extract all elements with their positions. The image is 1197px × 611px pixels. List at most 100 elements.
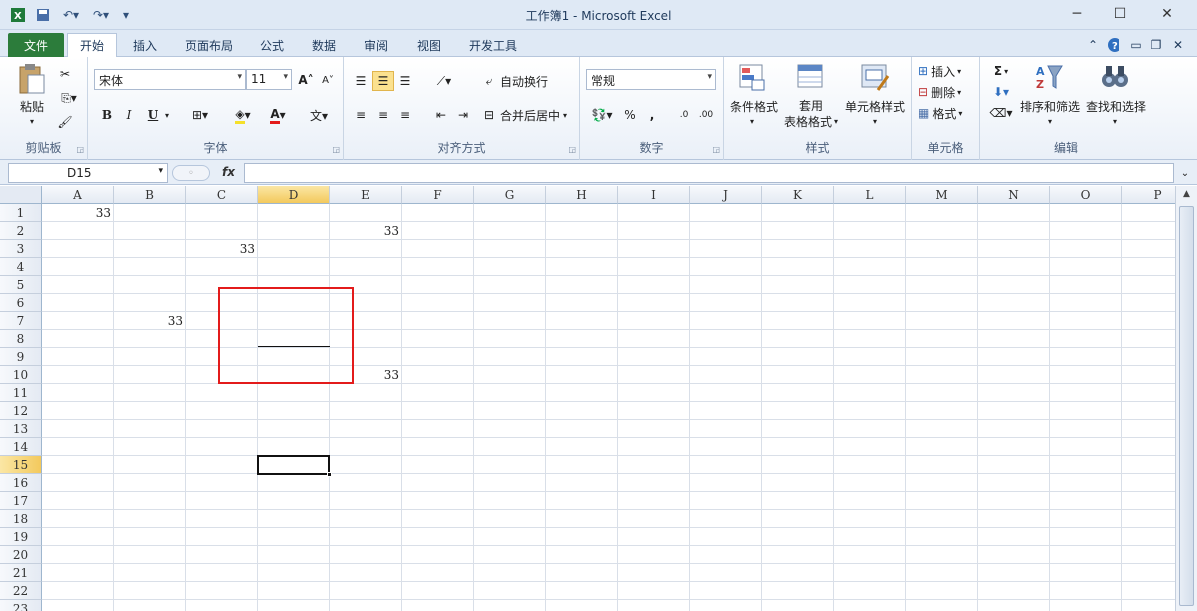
paste-button[interactable]: 粘贴 <box>10 97 54 115</box>
row-header-11[interactable]: 11 <box>0 384 42 402</box>
grow-font-icon[interactable]: A˄ <box>296 70 316 90</box>
column-header-l[interactable]: L <box>834 186 906 204</box>
column-header-c[interactable]: C <box>186 186 258 204</box>
fill-color-icon[interactable]: ◈ ▾ <box>228 105 258 125</box>
tab-formulas[interactable]: 公式 <box>254 33 290 57</box>
underline-button[interactable]: U <box>144 105 162 125</box>
cut-icon[interactable]: ✂ <box>56 65 74 83</box>
font-color-icon[interactable]: A ▾ <box>264 105 292 125</box>
workbook-close-icon[interactable]: ✕ <box>1168 33 1188 57</box>
formula-input[interactable] <box>244 163 1174 183</box>
merge-center-button[interactable]: 合并后居中 ▾ <box>500 105 576 125</box>
wrap-text-icon[interactable]: ⤶ <box>480 71 498 91</box>
row-header-13[interactable]: 13 <box>0 420 42 438</box>
clear-icon[interactable]: ⌫▾ <box>986 103 1016 123</box>
cell-e2[interactable]: 33 <box>330 222 402 240</box>
increase-indent-icon[interactable]: ⇥ <box>452 105 474 125</box>
decrease-decimal-icon[interactable]: .00 <box>696 105 716 125</box>
tab-home[interactable]: 开始 <box>67 33 117 57</box>
format-as-table-line1[interactable]: 套用 <box>786 97 836 113</box>
active-cell-selection[interactable] <box>257 455 330 475</box>
number-format-combo[interactable]: 常规 ▾ <box>586 69 716 90</box>
format-cells-button[interactable]: ▦ 格式 ▾ <box>918 103 978 123</box>
workbook-restore-icon[interactable]: ❐ <box>1146 33 1166 57</box>
cell-c3[interactable]: 33 <box>186 240 258 258</box>
column-header-a[interactable]: A <box>42 186 114 204</box>
select-all-corner[interactable] <box>0 186 42 204</box>
chevron-down-icon[interactable]: ▾ <box>744 115 760 127</box>
row-header-14[interactable]: 14 <box>0 438 42 456</box>
tab-review[interactable]: 审阅 <box>358 33 394 57</box>
cell-styles-button[interactable]: 单元格样式 <box>842 97 908 115</box>
row-header-12[interactable]: 12 <box>0 402 42 420</box>
find-select-icon[interactable] <box>1098 61 1132 93</box>
copy-icon[interactable]: ⎘▾ <box>56 89 82 107</box>
column-header-k[interactable]: K <box>762 186 834 204</box>
alignment-launcher-icon[interactable]: ◲ <box>568 145 576 154</box>
column-header-h[interactable]: H <box>546 186 618 204</box>
cell-b7[interactable]: 33 <box>114 312 186 330</box>
ribbon-collapse-icon[interactable]: ⌃ <box>1082 33 1104 57</box>
row-header-6[interactable]: 6 <box>0 294 42 312</box>
row-header-10[interactable]: 10 <box>0 366 42 384</box>
maximize-button[interactable]: ☐ <box>1103 2 1137 26</box>
conditional-format-button[interactable]: 条件格式 <box>726 97 782 115</box>
column-header-f[interactable]: F <box>402 186 474 204</box>
column-header-e[interactable]: E <box>330 186 402 204</box>
autosum-button[interactable]: Σ ▾ <box>986 61 1016 81</box>
tab-page-layout[interactable]: 页面布局 <box>180 33 238 57</box>
shrink-font-icon[interactable]: A˅ <box>318 70 338 90</box>
accounting-format-icon[interactable]: 💱▾ <box>586 105 618 125</box>
insert-cells-button[interactable]: ⊞ 插入 ▾ <box>918 61 978 81</box>
tab-insert[interactable]: 插入 <box>128 33 162 57</box>
column-header-g[interactable]: G <box>474 186 546 204</box>
row-header-4[interactable]: 4 <box>0 258 42 276</box>
row-header-23[interactable]: 23 <box>0 600 42 611</box>
find-select-button[interactable]: 查找和选择 <box>1084 97 1148 115</box>
scroll-up-icon[interactable]: ▲ <box>1176 186 1197 203</box>
vertical-scrollbar[interactable]: ▲ <box>1175 186 1197 611</box>
tab-file[interactable]: 文件 <box>8 33 64 57</box>
font-size-combo[interactable]: 11 ▾ <box>246 69 292 90</box>
align-middle-icon[interactable]: ☰ <box>372 71 394 91</box>
row-header-2[interactable]: 2 <box>0 222 42 240</box>
fill-handle[interactable] <box>327 472 332 477</box>
row-header-19[interactable]: 19 <box>0 528 42 546</box>
row-header-7[interactable]: 7 <box>0 312 42 330</box>
row-header-8[interactable]: 8 <box>0 330 42 348</box>
worksheet-grid[interactable]: ABCDEFGHIJKLMNOP 1 2 3 4 5 6 7 8 9 10 11 12 13 14 15 16… <box>0 186 1175 611</box>
chevron-down-icon[interactable]: ▾ <box>867 115 883 127</box>
close-button[interactable]: ✕ <box>1150 2 1184 26</box>
increase-decimal-icon[interactable]: .0 <box>674 105 694 125</box>
paste-icon[interactable] <box>14 61 50 97</box>
row-header-3[interactable]: 3 <box>0 240 42 258</box>
cell-styles-icon[interactable] <box>858 61 892 93</box>
align-left-icon[interactable]: ≡ <box>350 105 372 125</box>
bold-button[interactable]: B <box>98 105 116 125</box>
row-header-16[interactable]: 16 <box>0 474 42 492</box>
conditional-format-icon[interactable] <box>736 61 770 93</box>
clipboard-launcher-icon[interactable]: ◲ <box>76 145 84 154</box>
font-launcher-icon[interactable]: ◲ <box>332 145 340 154</box>
format-as-table-button[interactable]: 表格格式 ▾ <box>780 113 842 129</box>
row-header-15[interactable]: 15 <box>0 456 42 474</box>
chevron-down-icon[interactable]: ▾ <box>1107 115 1123 127</box>
row-header-18[interactable]: 18 <box>0 510 42 528</box>
row-header-22[interactable]: 22 <box>0 582 42 600</box>
percent-button[interactable]: % <box>622 105 638 125</box>
row-header-17[interactable]: 17 <box>0 492 42 510</box>
tab-developer[interactable]: 开发工具 <box>463 33 523 57</box>
align-top-icon[interactable]: ☰ <box>350 71 372 91</box>
row-header-20[interactable]: 20 <box>0 546 42 564</box>
row-header-5[interactable]: 5 <box>0 276 42 294</box>
row-header-1[interactable]: 1 <box>0 204 42 222</box>
formula-bar-divider-handle[interactable]: ◦ <box>172 165 210 181</box>
sort-filter-icon[interactable]: AZ <box>1032 61 1066 93</box>
align-bottom-icon[interactable]: ☰ <box>394 71 416 91</box>
name-box[interactable]: D15 ▾ <box>8 163 168 183</box>
column-header-b[interactable]: B <box>114 186 186 204</box>
row-header-21[interactable]: 21 <box>0 564 42 582</box>
italic-button[interactable]: I <box>120 105 138 125</box>
merge-center-icon[interactable]: ⊟ <box>480 105 498 125</box>
chevron-down-icon[interactable]: ▾ <box>1042 115 1058 127</box>
